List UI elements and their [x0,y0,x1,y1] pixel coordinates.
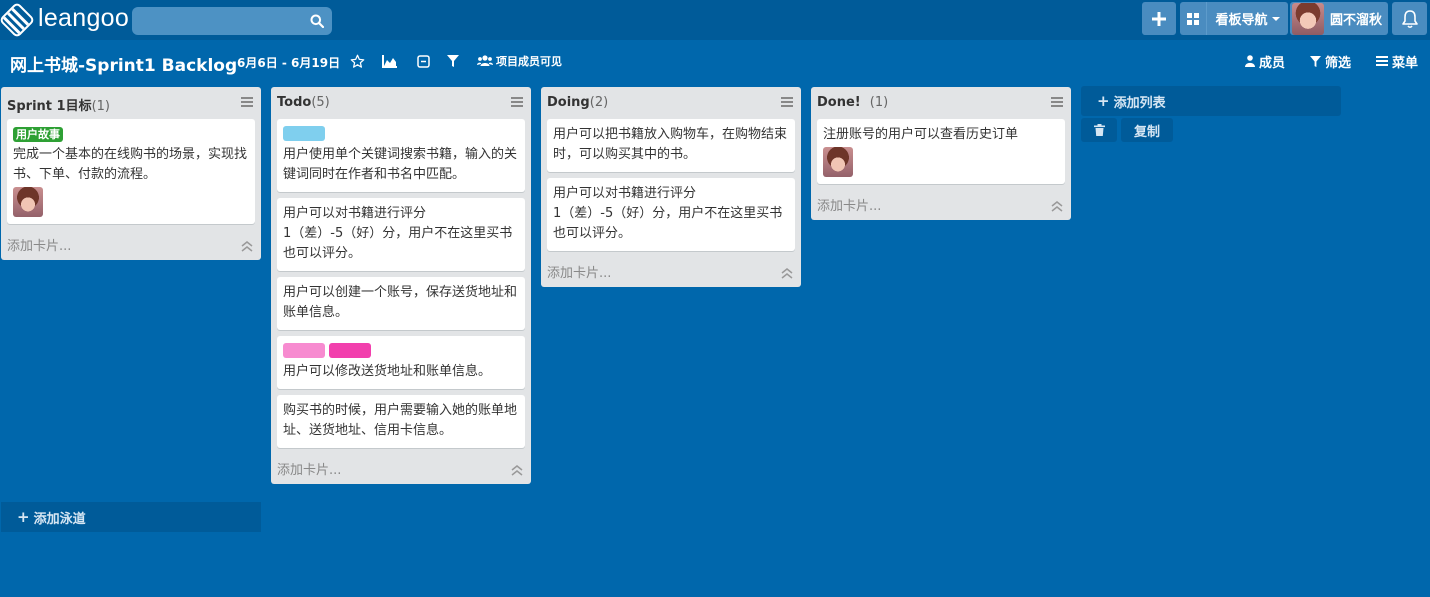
card-text: 完成一个基本的在线购书的场景，实现找书、下单、付款的流程。 [13,147,248,182]
logo[interactable]: leangoo [0,1,130,39]
add-card-link[interactable]: 添加卡片... [7,235,71,254]
card[interactable]: 用户使用单个关键词搜索书籍，输入的关键词同时在作者和书名中匹配。 [277,119,525,192]
card-text: 注册账号的用户可以查看历史订单 [823,127,1019,142]
logo-icon [0,1,36,39]
notifications-button[interactable] [1392,2,1427,35]
board-title[interactable]: 网上书城-Sprint1 Backlog [10,51,237,76]
list-doing: Doing(2) 用户可以把书籍放入购物车，在购物结束时，可以购买其中的书。 用… [541,87,801,287]
add-card-link[interactable]: 添加卡片... [277,459,341,478]
menu-button[interactable]: 菜单 [1376,52,1419,71]
card-text: 用户可以把书籍放入购物车，在购物结束时，可以购买其中的书。 [553,127,788,162]
search-icon[interactable] [310,14,324,28]
list-menu-icon[interactable] [241,97,253,108]
card[interactable]: 用户可以把书籍放入购物车，在购物结束时，可以购买其中的书。 [547,119,795,172]
list-header[interactable]: Todo(5) [271,87,531,119]
filter-icon [1310,55,1321,67]
visibility-label: 项目成员可见 [496,55,562,68]
add-swimlane-button[interactable]: + 添加泳道 [1,502,261,532]
card-text: 用户可以修改送货地址和账单信息。 [283,364,492,379]
avatar [823,147,853,177]
list-sprint-goal: Sprint 1目标(1) 用户故事 完成一个基本的在线购书的场景，实现找书、下… [1,87,261,260]
copy-button[interactable]: 复制 [1121,118,1173,142]
bell-icon [1401,9,1418,28]
visibility-button[interactable]: 项目成员可见 [477,52,562,70]
list-header[interactable]: Doing(2) [541,87,801,119]
trash-icon [1093,124,1105,136]
color-label [283,126,325,141]
chevron-up-icon[interactable] [511,464,523,476]
list-todo: Todo(5) 用户使用单个关键词搜索书籍，输入的关键词同时在作者和书名中匹配。… [271,87,531,484]
list-done: Done! (1) 注册账号的用户可以查看历史订单 添加卡片... [811,87,1071,220]
members-label: 成员 [1259,55,1286,71]
chevron-up-icon[interactable] [1051,200,1063,212]
filter-icon[interactable] [445,53,461,69]
copy-label: 复制 [1133,124,1160,140]
star-icon[interactable] [349,53,365,69]
delete-button[interactable] [1081,118,1117,142]
chevron-up-icon[interactable] [241,240,253,252]
card[interactable]: 用户故事 完成一个基本的在线购书的场景，实现找书、下单、付款的流程。 [7,119,255,224]
menu-icon [1376,56,1388,66]
add-card-link[interactable]: 添加卡片... [547,262,611,281]
members-button[interactable]: 成员 [1245,52,1286,71]
list-header[interactable]: Sprint 1目标(1) [1,87,261,119]
user-name: 圆不溜秋 [1330,13,1383,28]
plus-icon: + [17,508,30,526]
add-swimlane-label: 添加泳道 [33,511,86,527]
boards-navigation-label: 看板导航 [1215,13,1268,28]
chart-icon[interactable] [382,53,398,69]
color-label [329,343,371,358]
board-header: 网上书城-Sprint1 Backlog 6月6日 - 6月19日 项目成员可见… [0,40,1430,84]
add-card-link[interactable]: 添加卡片... [817,195,881,214]
boards-navigation-button[interactable]: 看板导航 [1206,2,1288,35]
list-title: Doing(2) [547,95,609,110]
chevron-down-icon [1271,16,1280,21]
list-title: Done! (1) [817,95,889,110]
board-dates[interactable]: 6月6日 - 6月19日 [237,54,340,71]
card-text: 用户可以对书籍进行评分 1（差）-5（好）分，用户不在这里买书也可以评分。 [283,206,513,261]
list-title: Sprint 1目标(1) [7,99,110,114]
user-icon [1245,55,1255,67]
logo-text: leangoo [38,4,130,32]
card[interactable]: 用户可以修改送货地址和账单信息。 [277,336,525,389]
user-menu-button[interactable]: 圆不溜秋 [1290,2,1388,35]
filter-button[interactable]: 筛选 [1310,52,1352,71]
plus-icon: + [1097,92,1110,110]
card[interactable]: 用户可以创建一个账号，保存送货地址和账单信息。 [277,277,525,330]
card[interactable]: 购买书的时候，用户需要输入她的账单地址、送货地址、信用卡信息。 [277,395,525,448]
list-menu-icon[interactable] [511,97,523,108]
add-list-button[interactable]: + 添加列表 [1081,86,1341,116]
card-text: 购买书的时候，用户需要输入她的账单地址、送货地址、信用卡信息。 [283,403,518,438]
menu-label: 菜单 [1392,55,1419,71]
search-input[interactable] [132,7,332,35]
boards-grid-button[interactable] [1180,2,1206,35]
card-label: 用户故事 [13,127,63,142]
card[interactable]: 用户可以对书籍进行评分 1（差）-5（好）分，用户不在这里买书也可以评分。 [547,178,795,251]
avatar [13,187,43,217]
card[interactable]: 注册账号的用户可以查看历史订单 [817,119,1065,184]
add-list-label: 添加列表 [1113,95,1166,111]
list-title: Todo(5) [277,95,330,110]
card[interactable]: 用户可以对书籍进行评分 1（差）-5（好）分，用户不在这里买书也可以评分。 [277,198,525,271]
avatar [1292,2,1324,35]
group-icon [477,55,493,66]
filter-label: 筛选 [1325,55,1352,71]
card-text: 用户使用单个关键词搜索书籍，输入的关键词同时在作者和书名中匹配。 [283,147,518,182]
card-text: 用户可以创建一个账号，保存送货地址和账单信息。 [283,285,518,320]
list-menu-icon[interactable] [1051,97,1063,108]
chevron-up-icon[interactable] [781,267,793,279]
color-label [283,343,325,358]
grid-icon [1187,12,1199,25]
top-navigation-bar: leangoo 看板导航 圆不溜秋 [0,0,1430,40]
add-button[interactable] [1142,2,1176,35]
collapse-all-icon[interactable] [415,53,431,69]
list-header[interactable]: Done! (1) [811,87,1071,119]
card-text: 用户可以对书籍进行评分 1（差）-5（好）分，用户不在这里买书也可以评分。 [553,186,783,241]
plus-icon [1152,11,1166,26]
list-menu-icon[interactable] [781,97,793,108]
